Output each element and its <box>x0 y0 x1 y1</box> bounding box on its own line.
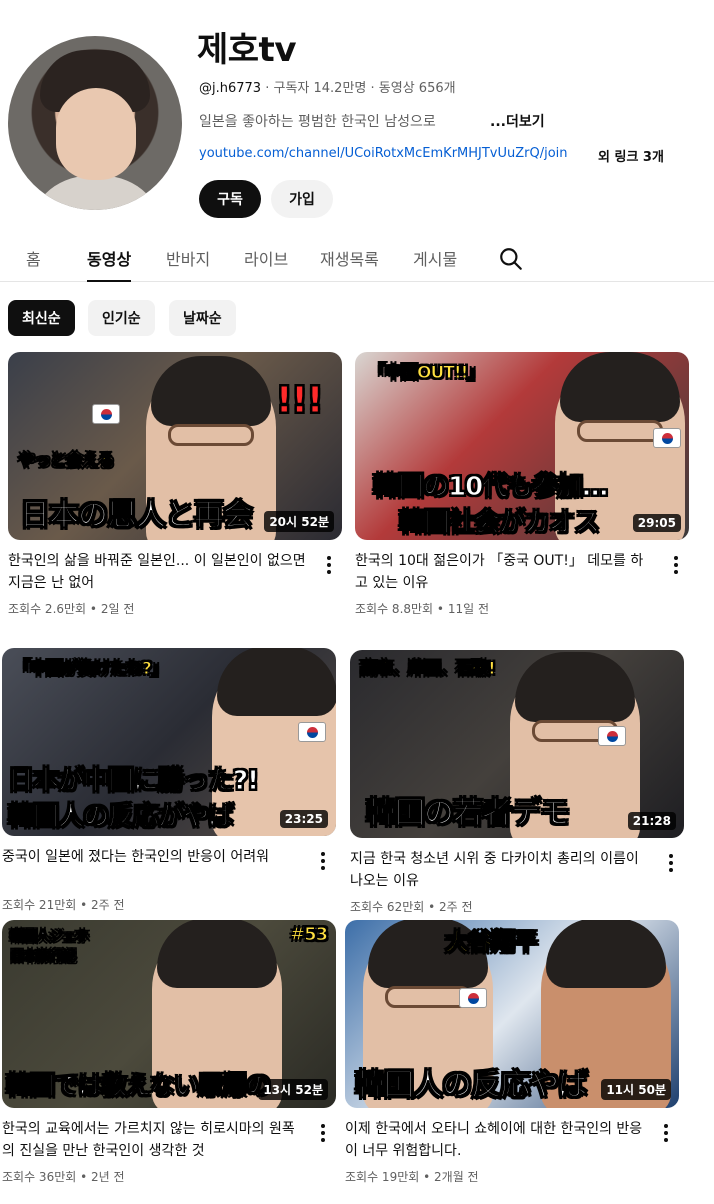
chip-popular[interactable]: 인기순 <box>88 300 155 336</box>
video-duration: 21:28 <box>627 812 676 830</box>
video-duration: 23:25 <box>279 810 328 828</box>
video-thumbnail[interactable]: 韓国人ジェホ 日本旅行記 #53 韓国では教えない原爆の 13시 52분 <box>2 920 336 1108</box>
chip-latest[interactable]: 최신순 <box>8 300 75 336</box>
video-thumbnail[interactable]: 「中国OUT!!」 韓国の10代も参加… 韓国社会がカオス 29:05 <box>355 352 689 540</box>
tab-playlists[interactable]: 재생목록 <box>320 246 379 282</box>
tab-live[interactable]: 라이브 <box>244 246 288 282</box>
thumbnail-badge: #53 <box>289 924 328 946</box>
more-link[interactable]: ...더보기 <box>490 111 545 131</box>
video-title[interactable]: 이제 한국에서 오타니 쇼헤이에 대한 한국인의 반응이 너무 위험합니다. <box>345 1118 643 1162</box>
korean-flag-icon <box>92 404 120 424</box>
video-card[interactable]: 大谷翔平 韓国人の反応やば 11시 50분 이제 한국에서 오타니 쇼헤이에 대… <box>345 920 679 1184</box>
thumbnail-subcaption: 高市、岸田、石破! <box>360 659 497 680</box>
video-views: 조회수 8.8만회 <box>355 602 434 616</box>
more-links-link[interactable]: 외 링크 3개 <box>598 146 664 165</box>
thumbnail-badge: !!! <box>275 380 323 422</box>
video-age: 2개월 전 <box>434 1170 479 1184</box>
more-options-icon[interactable] <box>320 852 326 870</box>
channel-tabs: 홈 동영상 반바지 라이브 재생목록 게시물 <box>0 236 714 282</box>
tab-videos[interactable]: 동영상 <box>87 246 132 282</box>
video-age: 2년 전 <box>91 1170 125 1184</box>
video-card[interactable]: 「中国OUT!!」 韓国の10代も参加… 韓国社会がカオス 29:05 한국의 … <box>355 352 689 616</box>
thumbnail-subcaption: 大谷翔平 <box>445 928 539 957</box>
video-meta: 조회수 21만회 • 2주 전 <box>2 898 125 912</box>
channel-meta: @j.h6773 · 구독자 14.2만명 · 동영상 656개 <box>199 81 456 96</box>
channel-header: 제호tv @j.h6773 · 구독자 14.2만명 · 동영상 656개 일본… <box>0 0 714 230</box>
channel-link[interactable]: youtube.com/channel/UCoiRotxMcEmKrMHJTvU… <box>199 146 568 161</box>
subscribe-button[interactable]: 구독 <box>199 180 261 218</box>
video-meta: 조회수 2.6만회 • 2일 전 <box>8 602 135 616</box>
video-thumbnail[interactable]: 「中国が負けたね?」 日本が中国に勝った?! 韓国人の反応がやば 23:25 <box>2 648 336 836</box>
more-options-icon[interactable] <box>326 556 332 574</box>
korean-flag-icon <box>459 988 487 1008</box>
channel-handle: @j.h6773 <box>199 81 262 96</box>
video-thumbnail[interactable]: 大谷翔平 韓国人の反応やば 11시 50분 <box>345 920 679 1108</box>
thumbnail-caption: 韓国の若者デモ <box>366 796 571 832</box>
more-options-icon[interactable] <box>668 854 674 872</box>
thumbnail-caption: 日本が中国に勝った?! <box>8 766 260 797</box>
video-duration: 13시 52분 <box>258 1079 328 1100</box>
video-card[interactable]: !!! やっと会える 日本の恩人と再会 20시 52분 한국인의 삶을 바꿔준 … <box>8 352 342 616</box>
join-button[interactable]: 가입 <box>271 180 333 218</box>
thumbnail-caption-2: 韓国社会がカオス <box>398 508 600 539</box>
channel-avatar[interactable] <box>8 36 182 210</box>
video-views: 조회수 2.6만회 <box>8 602 87 616</box>
tab-home[interactable]: 홈 <box>26 246 41 282</box>
video-meta: 조회수 36만회 • 2년 전 <box>2 1170 125 1184</box>
video-title[interactable]: 중국이 일본에 졌다는 한국인의 반응이 어려워 <box>2 846 300 868</box>
video-meta: 조회수 8.8만회 • 11일 전 <box>355 602 489 616</box>
thumbnail-caption-2: 韓国人の反応がやば <box>7 802 234 833</box>
korean-flag-icon <box>298 722 326 742</box>
video-views: 조회수 19만회 <box>345 1170 420 1184</box>
thumbnail-subcaption: 韓国人ジェホ 日本旅行記 <box>10 929 90 966</box>
more-options-icon[interactable] <box>673 556 679 574</box>
video-card[interactable]: 韓国人ジェホ 日本旅行記 #53 韓国では教えない原爆の 13시 52분 한국의… <box>2 920 336 1184</box>
video-thumbnail[interactable]: !!! やっと会える 日本の恩人と再会 20시 52분 <box>8 352 342 540</box>
video-count: 동영상 656개 <box>378 81 456 96</box>
video-meta: 조회수 62만회 • 2주 전 <box>350 900 473 914</box>
video-views: 조회수 36만회 <box>2 1170 77 1184</box>
video-views: 조회수 21만회 <box>2 898 77 912</box>
video-title[interactable]: 한국의 10대 젊은이가 「중국 OUT!」 데모를 하고 있는 이유 <box>355 550 653 594</box>
video-duration: 11시 50분 <box>601 1079 671 1100</box>
tab-posts[interactable]: 게시물 <box>413 246 457 282</box>
korean-flag-icon <box>598 726 626 746</box>
korean-flag-icon <box>653 428 681 448</box>
video-title[interactable]: 한국인의 삶을 바꿔준 일본인... 이 일본인이 없으면 지금은 난 없어 <box>8 550 306 594</box>
video-age: 2주 전 <box>439 900 473 914</box>
video-age: 11일 전 <box>447 602 489 616</box>
video-age: 2일 전 <box>100 602 135 616</box>
video-views: 조회수 62만회 <box>350 900 425 914</box>
thumbnail-caption: 韓国人の反応やば <box>355 1068 589 1104</box>
video-duration: 20시 52분 <box>264 511 334 532</box>
thumbnail-caption: 韓国では教えない原爆の <box>5 1071 271 1101</box>
tab-shorts[interactable]: 반바지 <box>166 246 210 282</box>
thumbnail-caption: 日本の恩人と再会 <box>20 498 254 534</box>
thumbnail-subcaption: やっと会える <box>18 451 115 472</box>
video-title[interactable]: 한국의 교육에서는 가르치지 않는 히로시마의 원폭의 진실을 만난 한국인이 … <box>2 1118 300 1162</box>
channel-description: 일본을 좋아하는 평범한 한국인 남성으로 <box>199 114 436 130</box>
more-options-icon[interactable] <box>663 1124 669 1142</box>
chip-oldest[interactable]: 날짜순 <box>169 300 236 336</box>
thumbnail-subcaption: 「中国が負けたね?」 <box>14 659 169 680</box>
video-title[interactable]: 지금 한국 청소년 시위 중 다카이치 총리의 이름이 나오는 이유 <box>350 848 648 892</box>
subscriber-count: 구독자 14.2만명 <box>273 81 367 96</box>
more-options-icon[interactable] <box>320 1124 326 1142</box>
video-meta: 조회수 19만회 • 2개월 전 <box>345 1170 479 1184</box>
video-age: 2주 전 <box>91 898 125 912</box>
search-icon[interactable] <box>498 246 524 272</box>
video-duration: 29:05 <box>632 514 681 532</box>
video-card[interactable]: 「中国が負けたね?」 日本が中国に勝った?! 韓国人の反応がやば 23:25 중… <box>2 648 336 912</box>
video-thumbnail[interactable]: 高市、岸田、石破! 韓国の若者デモ 21:28 <box>350 650 684 838</box>
channel-name: 제호tv <box>197 30 296 70</box>
thumbnail-subcaption: 「中国OUT!!」 <box>368 363 484 384</box>
thumbnail-caption: 韓国の10代も参加… <box>372 472 608 503</box>
video-card[interactable]: 高市、岸田、石破! 韓国の若者デモ 21:28 지금 한국 청소년 시위 중 다… <box>350 650 684 914</box>
sort-chips: 최신순 인기순 날짜순 <box>0 300 714 336</box>
